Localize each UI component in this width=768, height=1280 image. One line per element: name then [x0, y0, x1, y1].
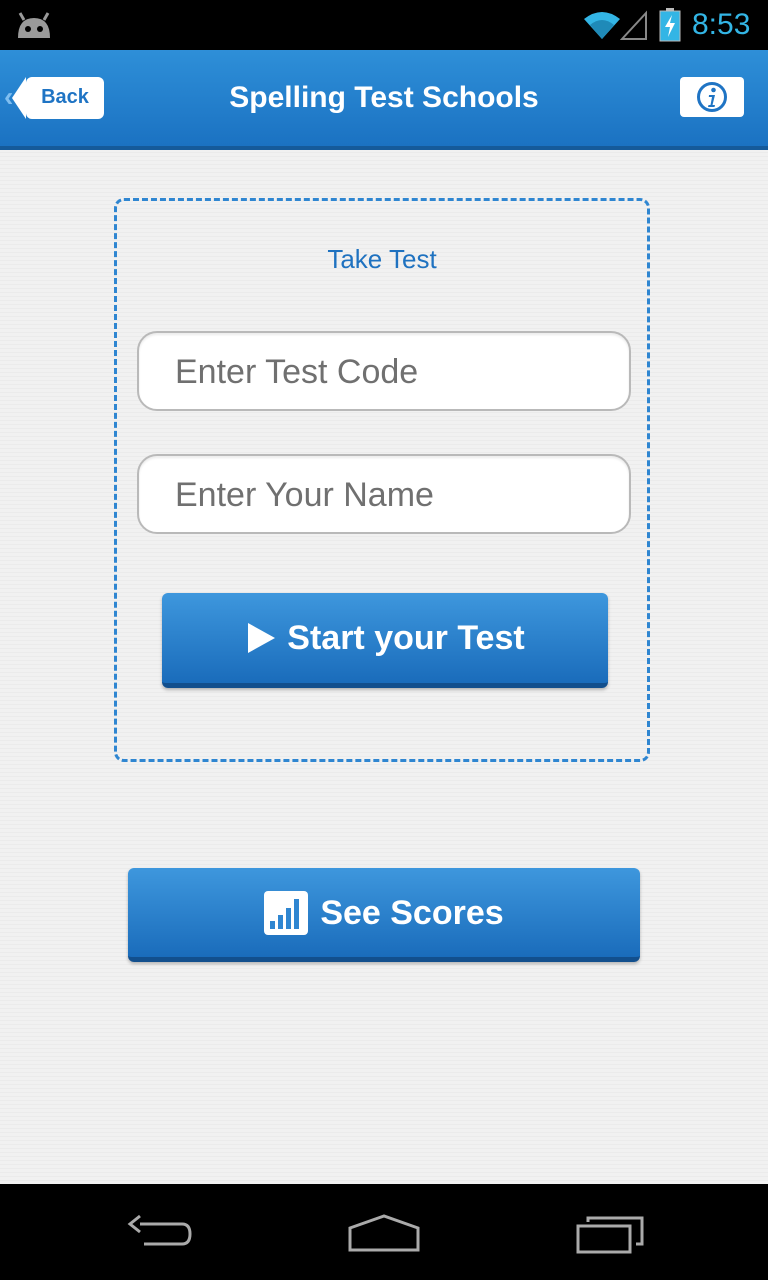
recents-icon[interactable] — [574, 1212, 646, 1256]
status-clock: 8:53 — [692, 8, 751, 41]
info-button[interactable] — [680, 77, 744, 117]
panel-title: Take Test — [327, 244, 437, 274]
name-field[interactable] — [137, 454, 631, 534]
battery-charging-icon — [659, 8, 681, 42]
app-header: ‹ Back Spelling Test Schools — [0, 50, 768, 150]
bar-chart-icon — [264, 891, 309, 935]
take-test-panel: Take Test Start your Test — [114, 198, 650, 762]
status-bar: 8:53 — [0, 0, 768, 50]
signal-icon — [620, 10, 647, 40]
android-icon — [18, 12, 50, 38]
wifi-icon — [584, 12, 620, 39]
see-scores-button[interactable]: See Scores — [128, 868, 640, 962]
name-input[interactable] — [173, 474, 597, 516]
start-test-button[interactable]: Start your Test — [162, 593, 608, 688]
main-content: Take Test Start your Test — [0, 150, 768, 1184]
start-test-label: Start your Test — [287, 619, 525, 657]
navigation-bar — [0, 1184, 768, 1280]
page-title: Spelling Test Schools — [229, 81, 539, 114]
play-icon — [248, 623, 276, 653]
see-scores-label: See Scores — [320, 894, 504, 932]
info-icon — [697, 82, 727, 112]
test-code-input[interactable] — [173, 351, 597, 393]
home-icon[interactable] — [346, 1214, 422, 1254]
back-icon[interactable] — [126, 1214, 194, 1254]
test-code-field[interactable] — [137, 331, 631, 411]
